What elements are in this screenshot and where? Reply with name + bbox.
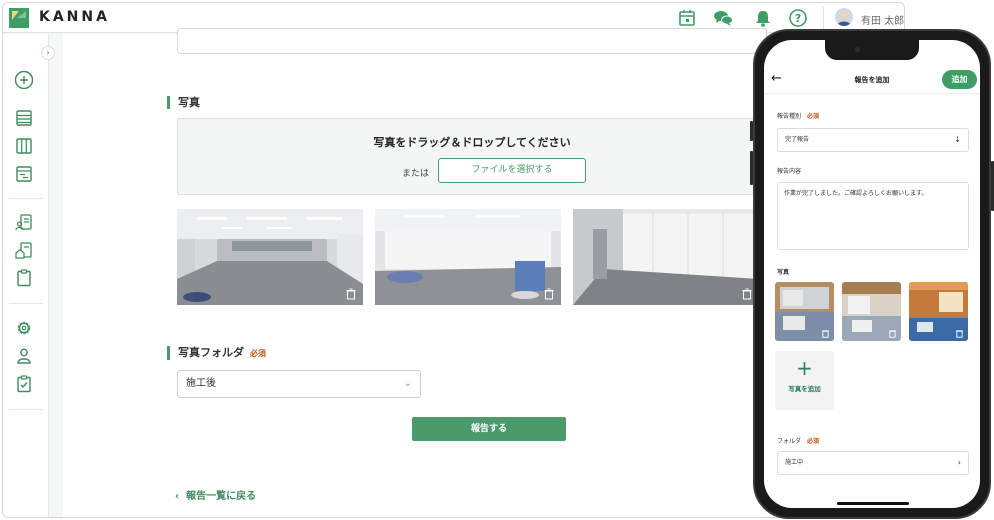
phone-mockup: ← 報告を追加 追加 報告種別 必須 完了報告 ↓ 報告内容 作業が完了しました。…: [750, 29, 994, 519]
delete-photo-icon[interactable]: [543, 288, 555, 300]
select-file-button[interactable]: ファイルを選択する: [438, 158, 586, 183]
home-indicator: [837, 502, 909, 505]
mobile-photos-label: 写真: [777, 269, 790, 276]
report-content-label: 報告内容: [777, 168, 802, 175]
mobile-photo[interactable]: [842, 282, 901, 341]
photo-folder-section-title: 写真フォルダ 必須: [167, 346, 266, 360]
report-type-label: 報告種別 必須: [777, 111, 819, 120]
sidebar-divider: [9, 303, 43, 304]
phone-notch: [825, 40, 919, 60]
help-icon[interactable]: ?: [788, 8, 808, 28]
sidebar-divider: [9, 409, 43, 410]
folder-select[interactable]: 施工中 ›: [777, 451, 969, 475]
brand-name[interactable]: KANNA: [39, 9, 110, 25]
photos-section-title: 写真: [167, 96, 200, 109]
add-photo-label: 写真を追加: [788, 385, 821, 393]
report-content-textarea[interactable]: 作業が完了しました。ご確認よろしくお願いします。: [777, 182, 969, 250]
mobile-header-divider: [764, 93, 980, 94]
folder-value: 施工中: [785, 459, 804, 466]
add-circle-icon[interactable]: [14, 70, 34, 90]
plus-icon: +: [796, 356, 813, 380]
mobile-photo[interactable]: [909, 282, 968, 341]
delete-photo-icon[interactable]: [345, 288, 357, 300]
uploaded-photo[interactable]: [177, 209, 363, 305]
mobile-add-button[interactable]: 追加: [942, 70, 977, 89]
delete-photo-icon[interactable]: [955, 329, 964, 338]
folder-label-text: フォルダ: [777, 438, 802, 445]
avatar[interactable]: [835, 8, 853, 26]
phone-side-button: [750, 151, 753, 185]
uploaded-photo[interactable]: [375, 209, 561, 305]
photo-dropzone[interactable]: 写真をドラッグ＆ドロップしてください または ファイルを選択する: [177, 118, 767, 195]
photo-folder-select[interactable]: 施工後 ⌄: [177, 370, 421, 398]
required-badge: 必須: [807, 113, 820, 120]
checklist-icon[interactable]: [14, 374, 34, 394]
list-icon[interactable]: [14, 108, 34, 128]
property-icon[interactable]: [14, 240, 34, 260]
report-type-label-text: 報告種別: [777, 113, 802, 120]
report-type-select[interactable]: 完了報告 ↓: [777, 128, 969, 152]
kanna-logo-icon[interactable]: [9, 8, 29, 28]
arrow-down-icon: ↓: [954, 135, 961, 144]
sidebar-divider: [9, 198, 43, 199]
dropzone-title: 写真をドラッグ＆ドロップしてください: [373, 136, 571, 149]
submit-report-button[interactable]: 報告する: [412, 417, 566, 441]
clipboard-icon[interactable]: [14, 268, 34, 288]
delete-photo-icon[interactable]: [741, 288, 753, 300]
add-photo-button[interactable]: + 写真を追加: [775, 351, 834, 410]
chevron-right-icon: ›: [957, 458, 961, 467]
sidebar-expand-button[interactable]: ›: [41, 46, 55, 60]
chevron-down-icon: ⌄: [403, 378, 412, 389]
photos-section-title-text: 写真: [178, 96, 200, 109]
mobile-photo[interactable]: [775, 282, 834, 341]
calendar-icon[interactable]: [677, 8, 697, 28]
folder-label: フォルダ 必須: [777, 436, 819, 445]
required-badge: 必須: [250, 349, 266, 358]
board-icon[interactable]: [14, 136, 34, 156]
delete-photo-icon[interactable]: [888, 329, 897, 338]
previous-text-field[interactable]: [177, 28, 767, 54]
uploaded-photo[interactable]: [573, 209, 759, 305]
photo-folder-selected-value: 施工後: [186, 378, 216, 389]
chat-icon[interactable]: [713, 8, 733, 28]
camera-icon: [855, 47, 860, 52]
user-icon[interactable]: [14, 346, 34, 366]
phone-side-button: [750, 121, 753, 141]
bell-icon[interactable]: [753, 8, 773, 28]
photo-folder-title-text: 写真フォルダ: [178, 346, 244, 359]
dropzone-or-text: または: [402, 169, 430, 179]
report-type-value: 完了報告: [785, 136, 810, 143]
gear-icon[interactable]: [14, 318, 34, 338]
back-link-label: 報告一覧に戻る: [186, 491, 257, 502]
required-badge: 必須: [807, 438, 820, 445]
delete-photo-icon[interactable]: [821, 329, 830, 338]
schedule-icon[interactable]: [14, 164, 34, 184]
svg-text:?: ?: [795, 12, 801, 25]
chevron-left-icon: ‹: [175, 491, 187, 502]
phone-screen: ← 報告を追加 追加 報告種別 必須 完了報告 ↓ 報告内容 作業が完了しました。…: [764, 40, 980, 508]
customer-icon[interactable]: [14, 212, 34, 232]
sidebar: ›: [3, 34, 55, 517]
header-divider: [823, 7, 824, 29]
back-to-report-list-link[interactable]: ‹ 報告一覧に戻る: [175, 487, 256, 502]
user-name[interactable]: 有田 太郎: [861, 12, 904, 27]
